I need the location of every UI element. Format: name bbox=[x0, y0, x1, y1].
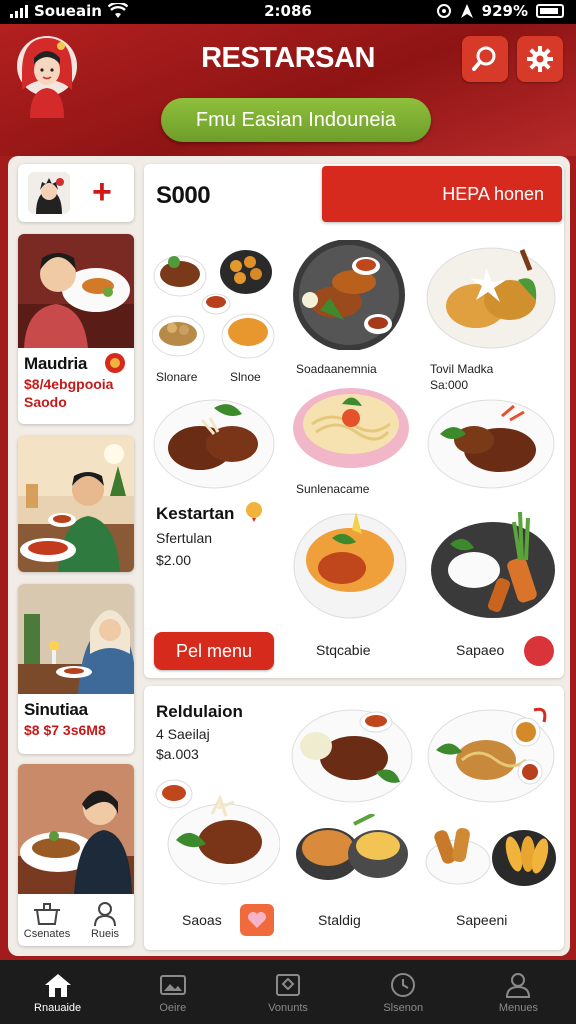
clock-icon bbox=[391, 973, 416, 997]
dish-fried-snacks-image[interactable] bbox=[424, 810, 558, 890]
nav-label: Oeire bbox=[159, 1002, 187, 1014]
app-header: RESTARSAN Fmu Easian Indouneia bbox=[0, 24, 576, 156]
alarm-icon bbox=[436, 4, 451, 18]
bottom-navigation: Rnauaide Oeire Vonunts Slsenon Menues bbox=[0, 960, 576, 1024]
map-icon bbox=[276, 974, 300, 996]
profile-card[interactable]: Maudria $8/4ebgpooia Saodo bbox=[18, 234, 134, 424]
dish-label: Saoas bbox=[182, 912, 222, 928]
section-subtitle: 4 Saeilaj bbox=[156, 726, 210, 742]
dish-label: Staldig bbox=[318, 912, 361, 928]
dish-label: Slonare bbox=[156, 370, 198, 384]
dish-label: Sapeeni bbox=[456, 912, 508, 928]
profile-card[interactable] bbox=[18, 436, 134, 572]
add-profile-card[interactable]: + bbox=[18, 164, 134, 222]
featured-title: Kestartan bbox=[156, 504, 235, 523]
tab-label: Rueis bbox=[90, 928, 120, 940]
person-icon bbox=[94, 902, 116, 927]
dish-nasi-campur-image[interactable] bbox=[426, 702, 556, 806]
section-price: $a.003 bbox=[156, 746, 199, 762]
profile-photo bbox=[18, 436, 134, 572]
tab-label: Csenates bbox=[23, 928, 71, 940]
settings-button[interactable] bbox=[517, 36, 563, 82]
status-bar: Soueain 2:086 929% bbox=[0, 0, 576, 24]
home-icon bbox=[44, 974, 71, 997]
favorite-toggle[interactable] bbox=[524, 636, 554, 666]
dish-label: Sunlenacame bbox=[296, 482, 370, 496]
cuisine-filter-pill[interactable]: Fmu Easian Indouneia bbox=[161, 98, 431, 142]
profile-photo bbox=[18, 234, 134, 348]
dish-label: Tovil Madka bbox=[430, 362, 494, 376]
dish-label: Stqcabie bbox=[316, 642, 371, 658]
panel-price: S000 bbox=[156, 182, 211, 209]
dish-grilled-fish-image[interactable] bbox=[290, 702, 414, 806]
user-thumbnail bbox=[28, 172, 70, 214]
search-button[interactable] bbox=[462, 36, 508, 82]
dish-rendang-image[interactable] bbox=[152, 390, 276, 490]
battery-percent: 929% bbox=[481, 2, 528, 20]
profile-card[interactable]: Csenates Rueis bbox=[18, 764, 134, 946]
nav-profile[interactable]: Menues bbox=[461, 960, 576, 1024]
nav-label: Vonunts bbox=[268, 1002, 308, 1014]
badge-icon bbox=[105, 353, 125, 373]
featured-subtitle: Sfertulan bbox=[156, 530, 213, 546]
recommendation-panel: Reldulaion 4 Saeilaj $a.003 Saoas Staldi… bbox=[144, 686, 564, 950]
chef-tab[interactable]: Csenates bbox=[18, 896, 76, 946]
dish-crackers-image[interactable] bbox=[294, 814, 410, 886]
profile-icon bbox=[506, 973, 531, 998]
dish-price: Sa:000 bbox=[430, 378, 469, 392]
dish-grilled-meat-image[interactable] bbox=[426, 394, 556, 490]
dish-curry-bowl-image[interactable] bbox=[292, 508, 408, 620]
nav-map[interactable]: Vonunts bbox=[230, 960, 345, 1024]
dish-label: Soadaanemnia bbox=[296, 362, 377, 376]
dish-label: Sapaeo bbox=[456, 642, 505, 658]
gallery-icon bbox=[159, 975, 186, 995]
menu-panel: S000 HEPA honen Slonare Slnoe Soadaanemn… bbox=[144, 164, 564, 678]
nav-gallery[interactable]: Oeire bbox=[115, 960, 230, 1024]
order-button[interactable]: HEPA honen bbox=[322, 166, 562, 222]
dish-satay-platter-image[interactable] bbox=[290, 240, 408, 350]
nav-label: Slsenon bbox=[383, 1002, 424, 1014]
dish-sides-image[interactable] bbox=[152, 236, 278, 372]
profile-price: $8 $7 3s6M8 bbox=[24, 722, 106, 738]
featured-price: $2.00 bbox=[156, 552, 192, 568]
dish-noodles-image[interactable] bbox=[292, 384, 410, 476]
profile-name: Sinutiaa bbox=[24, 700, 88, 719]
nav-history[interactable]: Slsenon bbox=[346, 960, 461, 1024]
people-tab[interactable]: Rueis bbox=[76, 896, 134, 946]
heart-icon bbox=[248, 912, 266, 928]
nav-home[interactable]: Rnauaide bbox=[0, 960, 115, 1024]
profile-photo bbox=[18, 584, 134, 694]
nav-label: Menues bbox=[498, 1002, 538, 1014]
profile-photo bbox=[18, 764, 134, 894]
full-menu-button[interactable]: Pel menu bbox=[154, 632, 274, 670]
profile-card[interactable]: Sinutiaa $8 $7 3s6M8 bbox=[18, 584, 134, 754]
gear-icon bbox=[527, 46, 553, 72]
dish-soto-bowl-image[interactable] bbox=[154, 778, 280, 886]
search-icon bbox=[472, 46, 496, 71]
dish-rice-platter-image[interactable] bbox=[430, 508, 556, 620]
like-button[interactable] bbox=[240, 904, 274, 936]
main-content: + Maudria $8/4ebgpooia Saodo Sinutiaa $8… bbox=[8, 156, 570, 956]
profile-note: Saodo bbox=[24, 394, 67, 410]
location-icon bbox=[460, 4, 473, 18]
badge-icon bbox=[246, 502, 262, 522]
nav-label: Rnauaide bbox=[34, 1002, 82, 1014]
pot-icon bbox=[34, 903, 60, 925]
card-actions: Csenates Rueis bbox=[18, 896, 134, 946]
add-icon[interactable]: + bbox=[92, 172, 112, 212]
dish-label: Slnoe bbox=[230, 370, 261, 384]
battery-icon bbox=[536, 4, 564, 18]
section-title: Reldulaion bbox=[156, 702, 243, 721]
profile-price: $8/4ebgpooia bbox=[24, 376, 114, 392]
dish-fried-chicken-image[interactable] bbox=[426, 240, 556, 350]
